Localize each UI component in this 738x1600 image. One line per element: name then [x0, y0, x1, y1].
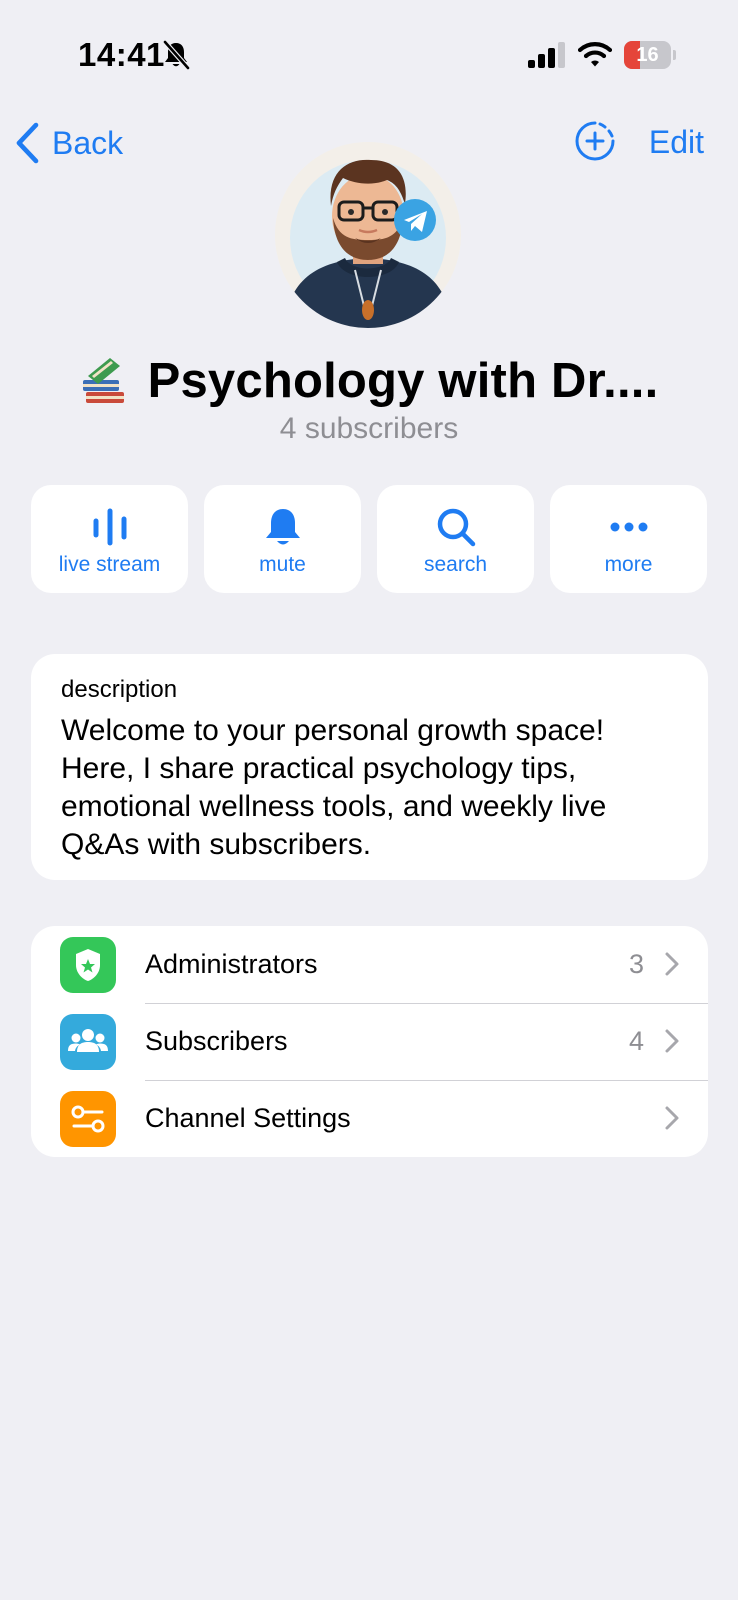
search-label: search — [423, 553, 488, 576]
channel-settings-list: Administrators 3 Subscribers 4 Channel S… — [31, 926, 708, 1157]
battery-level: 16 — [636, 44, 659, 66]
bell-icon — [265, 509, 300, 545]
sliders-icon — [60, 1091, 116, 1147]
mute-label: mute — [259, 553, 306, 576]
subscriber-count: 4 subscribers — [279, 412, 459, 445]
chevron-right-icon — [665, 952, 679, 976]
chevron-right-icon — [665, 1106, 679, 1130]
description-card: description Welcome to your personal gro… — [31, 654, 708, 880]
search-icon — [437, 508, 475, 547]
avatar-illustration — [275, 142, 461, 328]
action-buttons: live stream mute search more — [31, 485, 708, 593]
back-label: Back — [52, 124, 124, 161]
more-button[interactable]: more — [550, 485, 707, 593]
administrators-count: 3 — [628, 949, 644, 979]
subscribers-label: Subscribers — [145, 1026, 288, 1056]
plus-circle-dashed-icon[interactable] — [574, 120, 616, 162]
list-item-subscribers[interactable]: Subscribers 4 — [31, 1003, 708, 1080]
chevron-left-icon — [16, 122, 39, 164]
list-item-channel-settings[interactable]: Channel Settings — [31, 1080, 708, 1157]
administrators-label: Administrators — [145, 949, 318, 979]
cellular-signal-icon — [528, 42, 565, 68]
wifi-icon — [578, 42, 612, 67]
subscribers-count: 4 — [628, 1026, 644, 1056]
chevron-right-icon — [665, 1029, 679, 1053]
edit-button[interactable]: Edit — [649, 124, 704, 161]
channel-info-screen: 14:41 16 Back Edit Psychology with Dr...… — [0, 0, 738, 1600]
description-text: Welcome to your personal growth space! H… — [61, 714, 607, 861]
bell-slash-icon — [163, 40, 190, 70]
back-button[interactable]: Back — [14, 118, 123, 168]
live-stream-button[interactable]: live stream — [31, 485, 188, 593]
battery-icon: 16 — [624, 41, 676, 69]
search-button[interactable]: search — [377, 485, 534, 593]
description-heading: description — [61, 676, 178, 703]
status-bar: 14:41 16 — [0, 0, 738, 110]
people-icon — [60, 1014, 116, 1070]
mute-button[interactable]: mute — [204, 485, 361, 593]
list-item-administrators[interactable]: Administrators 3 — [31, 926, 708, 1003]
status-time: 14:41 — [78, 36, 165, 73]
channel-settings-label: Channel Settings — [145, 1103, 351, 1133]
more-label: more — [604, 553, 653, 576]
channel-title: Psychology with Dr.... — [147, 354, 659, 408]
shield-star-icon — [60, 937, 116, 993]
live-stream-label: live stream — [58, 553, 161, 576]
more-icon — [610, 522, 647, 532]
live-stream-icon — [93, 508, 126, 546]
channel-avatar[interactable] — [275, 142, 461, 328]
books-emoji — [82, 358, 124, 403]
channel-title-row: Psychology with Dr.... — [0, 350, 738, 412]
